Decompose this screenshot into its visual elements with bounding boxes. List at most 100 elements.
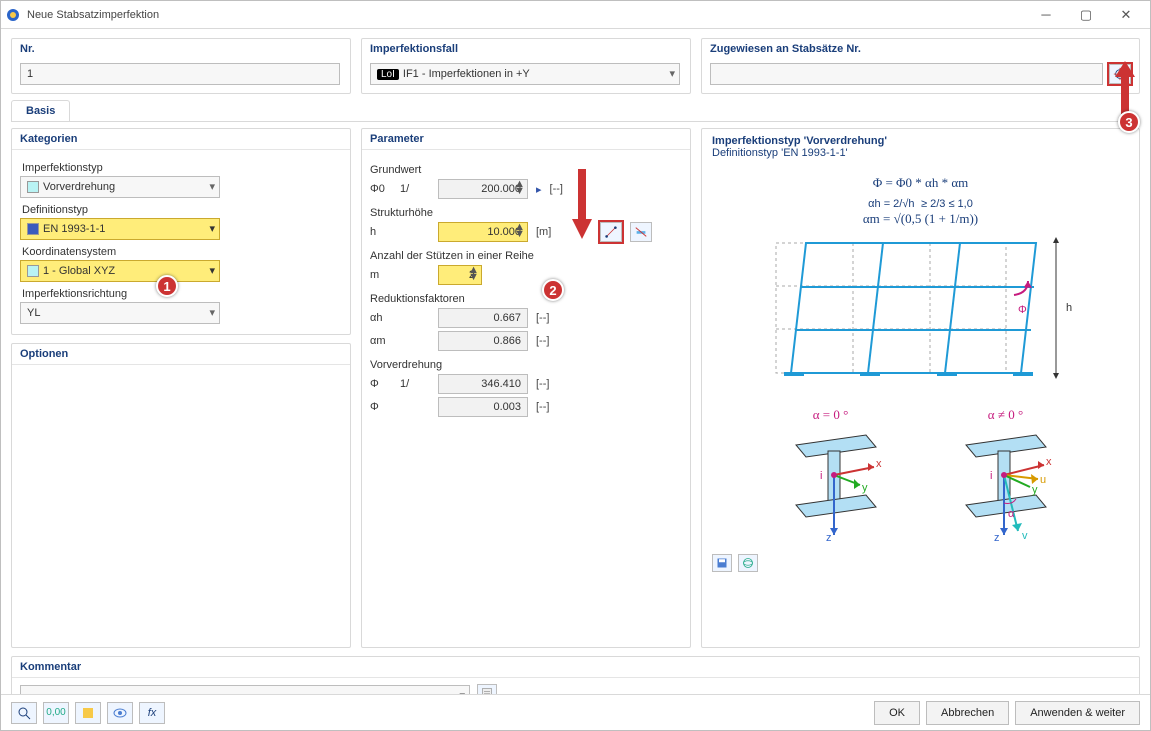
preview-button[interactable] xyxy=(107,702,133,724)
toggle-3d-button[interactable] xyxy=(738,554,758,572)
globe-icon xyxy=(742,557,754,569)
assign-input[interactable] xyxy=(710,63,1103,85)
cancel-button[interactable]: Abbrechen xyxy=(926,701,1009,725)
svg-text:y: y xyxy=(1032,484,1038,496)
coord-combo[interactable]: 1 - Global XYZ ▾ xyxy=(20,260,220,282)
grundwert-label: Grundwert xyxy=(370,164,682,176)
svg-text:x: x xyxy=(876,458,882,470)
two-points-icon xyxy=(604,225,618,239)
def-type-combo[interactable]: EN 1993-1-1 ▾ xyxy=(20,218,220,240)
def-type-value: EN 1993-1-1 xyxy=(43,223,105,235)
alpha-h-sym: αh xyxy=(370,312,392,324)
coord-label: Koordinatensystem xyxy=(22,246,342,258)
coord-value: 1 - Global XYZ xyxy=(43,265,115,277)
phi0-sym: Φ0 xyxy=(370,183,392,195)
svg-text:v: v xyxy=(1022,530,1028,542)
annotation-arrow-3 xyxy=(1112,59,1138,119)
imperf-type-label: Imperfektionstyp xyxy=(22,162,342,174)
close-button[interactable]: ✕ xyxy=(1106,3,1146,27)
chevron-down-icon: ▾ xyxy=(209,222,215,235)
categories-title: Kategorien xyxy=(12,129,350,150)
phi-val-out: 0.003 xyxy=(438,397,528,417)
case-value: IF1 - Imperfektionen in +Y xyxy=(403,68,530,80)
svg-text:z: z xyxy=(994,532,1000,543)
chevron-down-icon: ▾ xyxy=(209,264,215,277)
maximize-button[interactable]: ▢ xyxy=(1066,3,1106,27)
phi-inv-sym: Φ xyxy=(370,378,392,390)
ok-button[interactable]: OK xyxy=(874,701,920,725)
case-badge: LoI xyxy=(377,69,399,80)
svg-text:y: y xyxy=(862,482,868,494)
case-combo[interactable]: LoI IF1 - Imperfektionen in +Y ▾ xyxy=(370,63,680,85)
alpha-h-unit: [--] xyxy=(536,312,564,324)
annotation-2: 2 xyxy=(542,279,564,301)
pick-height-button[interactable] xyxy=(600,222,622,242)
comment-title: Kommentar xyxy=(12,657,1139,678)
h-input[interactable]: 10.000 ▲▼ xyxy=(438,222,528,242)
h-unit: [m] xyxy=(536,226,564,238)
magnifier-icon xyxy=(17,706,31,720)
norm-button[interactable] xyxy=(75,702,101,724)
phi0-input[interactable]: 200.000 ▲▼ xyxy=(438,179,528,199)
tabbar: Basis xyxy=(11,100,1140,122)
m-input[interactable]: 2 ▲▼ xyxy=(438,265,482,285)
formula-alpha-h: αh = 2/√h ≥ 2/3 ≤ 1,0 xyxy=(706,195,1135,211)
formula-alpha-m: αm = √(0,5 (1 + 1/m)) xyxy=(706,211,1135,233)
phi0-prefix: 1/ xyxy=(400,183,430,195)
annotation-arrow-2 xyxy=(567,164,597,242)
titlebar: Neue Stabsatzimperfektion ─ ▢ ✕ xyxy=(1,1,1150,29)
footer: 0,00 fx OK Abbrechen Anwenden & weiter xyxy=(1,694,1150,730)
assign-label: Zugewiesen an Stabsätze Nr. xyxy=(702,39,1139,59)
imperf-type-value: Vorverdrehung xyxy=(43,181,115,193)
units-button[interactable]: 0,00 xyxy=(43,702,69,724)
app-icon xyxy=(5,7,21,23)
phi-inv-out: 346.410 xyxy=(438,374,528,394)
frame-diagram: Φ h xyxy=(756,233,1086,393)
chevron-down-icon: ▾ xyxy=(209,180,215,193)
redfak-label: Reduktionsfaktoren xyxy=(370,293,682,305)
beam-right-label: α ≠ 0 ° xyxy=(946,407,1066,423)
phi-inv-unit: [--] xyxy=(536,378,564,390)
phi-val-unit: [--] xyxy=(536,401,564,413)
imperf-type-combo[interactable]: Vorverdrehung ▾ xyxy=(20,176,220,198)
svg-text:x: x xyxy=(1046,456,1052,468)
beam-left-icon: x y z i xyxy=(776,423,886,543)
dir-label: Imperfektionsrichtung xyxy=(22,288,342,300)
nr-value: 1 xyxy=(27,68,33,80)
nr-input[interactable]: 1 xyxy=(20,63,340,85)
h-sym: h xyxy=(370,226,392,238)
member-icon xyxy=(634,225,648,239)
svg-text:z: z xyxy=(826,532,832,543)
alpha-h-out: 0.667 xyxy=(438,308,528,328)
alpha-m-unit: [--] xyxy=(536,335,564,347)
alpha-m-out: 0.866 xyxy=(438,331,528,351)
window-title: Neue Stabsatzimperfektion xyxy=(27,9,159,21)
pick-member-button[interactable] xyxy=(630,222,652,242)
svg-text:h: h xyxy=(1066,302,1072,314)
phi0-stepper-icon[interactable]: ▸ xyxy=(536,183,542,196)
chevron-down-icon: ▾ xyxy=(209,306,215,319)
alpha-m-sym: αm xyxy=(370,335,392,347)
save-view-button[interactable] xyxy=(712,554,732,572)
tab-basis[interactable]: Basis xyxy=(11,100,70,121)
m-sym: m xyxy=(370,269,392,281)
info-line2: Definitionstyp 'EN 1993-1-1' xyxy=(702,147,1139,163)
fx-button[interactable]: fx xyxy=(139,702,165,724)
svg-text:u: u xyxy=(1040,474,1046,486)
svg-text:α: α xyxy=(1008,508,1015,520)
svg-text:Φ: Φ xyxy=(1018,304,1027,316)
chevron-down-icon: ▾ xyxy=(669,67,675,80)
formula-phi: Φ = Φ0 * αh * αm xyxy=(706,169,1135,195)
stuetzen-label: Anzahl der Stützen in einer Reihe xyxy=(370,250,682,262)
dir-combo[interactable]: YL ▾ xyxy=(20,302,220,324)
help-button[interactable] xyxy=(11,702,37,724)
annotation-1: 1 xyxy=(156,275,178,297)
minimize-button[interactable]: ─ xyxy=(1026,3,1066,27)
beam-left-label: α = 0 ° xyxy=(776,407,886,423)
svg-text:i: i xyxy=(990,470,992,482)
beam-right-icon: x u y z v α xyxy=(946,423,1066,543)
vorverdrehung-label: Vorverdrehung xyxy=(370,359,682,371)
parameters-title: Parameter xyxy=(362,129,690,150)
phi-inv-prefix: 1/ xyxy=(400,378,430,390)
apply-next-button[interactable]: Anwenden & weiter xyxy=(1015,701,1140,725)
